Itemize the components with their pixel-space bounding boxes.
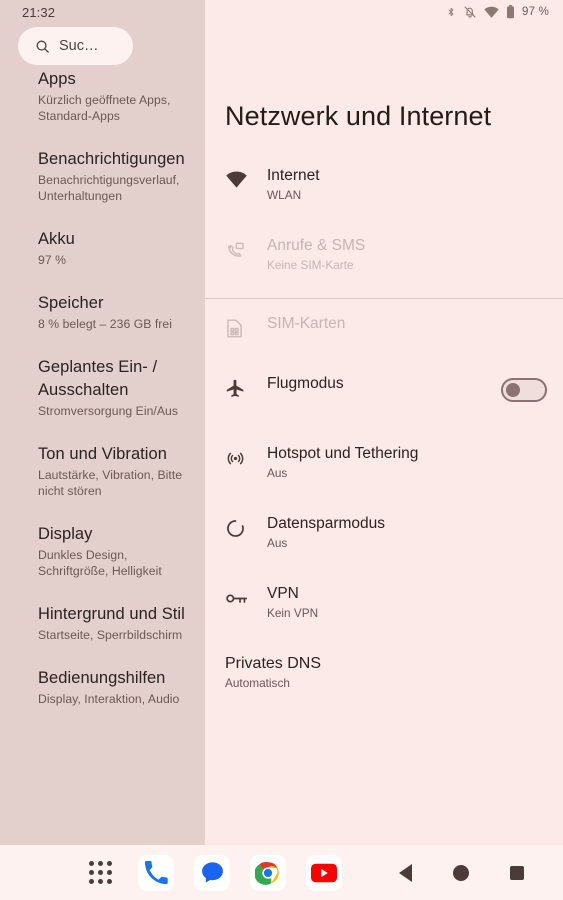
settings-row-subtitle: Kein VPN (267, 606, 319, 620)
sidebar-item-subtitle: Dunkles Design, Schriftgröße, Helligkeit (38, 548, 162, 578)
content-area: 21:32 Suc… Apps Kürzlich geöffnete Apps,… (0, 0, 563, 845)
settings-sidebar: 21:32 Suc… Apps Kürzlich geöffnete Apps,… (0, 0, 205, 845)
settings-row-title: Hotspot und Tethering (267, 445, 419, 462)
ringer-muted-icon (463, 5, 477, 19)
page-title: Netzwerk und Internet (225, 101, 492, 131)
settings-row-title: Privates DNS (225, 655, 322, 672)
search-icon (35, 39, 50, 54)
all-apps-icon[interactable] (82, 855, 118, 891)
settings-rows: Internet WLAN Anrufe & SMS Keine SIM-Kar… (205, 165, 563, 699)
section-divider (205, 298, 563, 299)
airplane-icon (225, 373, 267, 403)
status-bar-right: 97 % (205, 0, 563, 24)
settings-row-sim-cards: SIM-Karten (205, 313, 563, 359)
messages-icon[interactable] (194, 854, 230, 891)
sidebar-item-storage[interactable]: Speicher 8 % belegt – 236 GB frei (38, 292, 193, 332)
hotspot-icon (225, 443, 267, 473)
settings-row-text: Privates DNS Automatisch (225, 653, 545, 691)
settings-row-text: Datensparmodus Aus (267, 513, 545, 551)
settings-row-text: Hotspot und Tethering Aus (267, 443, 545, 481)
vpn-key-icon (225, 583, 267, 613)
sidebar-item-title: Display (38, 525, 93, 543)
settings-row-calls-sms: Anrufe & SMS Keine SIM-Karte (205, 235, 563, 281)
search-input-text: Suc… (59, 38, 99, 54)
sidebar-item-title: Bedienungshilfen (38, 669, 166, 687)
settings-row-title: Internet (267, 167, 320, 184)
sidebar-item-subtitle: Kürzlich geöffnete Apps, Standard-Apps (38, 93, 171, 123)
taskbar (0, 845, 563, 900)
settings-row-title: VPN (267, 585, 299, 602)
sidebar-item-title: Apps (38, 70, 76, 88)
sidebar-item-subtitle: Stromversorgung Ein/Aus (38, 404, 179, 418)
search-input[interactable]: Suc… (18, 27, 133, 65)
settings-row-text: Anrufe & SMS Keine SIM-Karte (267, 235, 545, 273)
sidebar-item-apps[interactable]: Apps Kürzlich geöffnete Apps, Standard-A… (38, 68, 193, 124)
airplane-mode-toggle[interactable] (501, 378, 547, 402)
sidebar-item-sound-vibration[interactable]: Ton und Vibration Lautstärke, Vibration,… (38, 443, 193, 499)
settings-row-text: Internet WLAN (267, 165, 545, 203)
sidebar-item-subtitle: Display, Interaktion, Audio (38, 692, 180, 706)
sidebar-item-display[interactable]: Display Dunkles Design, Schriftgröße, He… (38, 523, 193, 579)
sidebar-item-notifications[interactable]: Benachrichtigungen Benachrichtigungsverl… (38, 148, 193, 204)
settings-row-internet[interactable]: Internet WLAN (205, 165, 563, 211)
recents-button[interactable] (500, 856, 534, 890)
settings-row-subtitle: Automatisch (225, 676, 290, 690)
sidebar-item-accessibility[interactable]: Bedienungshilfen Display, Interaktion, A… (38, 667, 193, 707)
battery-percentage: 97 % (521, 6, 549, 18)
settings-detail-panel: 97 % Netzwerk und Internet Internet WLAN (205, 0, 563, 845)
sidebar-item-title: Akku (38, 230, 75, 248)
sidebar-item-title: Geplantes Ein- / Ausschalten (38, 358, 158, 399)
settings-row-subtitle: Aus (267, 466, 288, 480)
status-bar-left: 21:32 (0, 0, 205, 24)
sidebar-item-subtitle: Startseite, Sperrbildschirm (38, 628, 183, 642)
battery-icon (506, 5, 515, 19)
settings-row-private-dns[interactable]: Privates DNS Automatisch (205, 653, 563, 699)
sidebar-item-list[interactable]: Apps Kürzlich geöffnete Apps, Standard-A… (0, 68, 205, 845)
toggle-knob (506, 383, 520, 397)
sidebar-item-subtitle: Lautstärke, Vibration, Bitte nicht störe… (38, 468, 183, 498)
sidebar-item-title: Benachrichtigungen (38, 150, 185, 168)
home-button[interactable] (444, 856, 478, 890)
settings-row-title: SIM-Karten (267, 315, 346, 332)
settings-row-subtitle: WLAN (267, 188, 302, 202)
status-clock: 21:32 (22, 4, 56, 20)
sidebar-item-battery[interactable]: Akku 97 % (38, 228, 193, 268)
all-apps-grid (88, 861, 112, 884)
youtube-icon[interactable] (306, 854, 342, 891)
sidebar-item-scheduled-power[interactable]: Geplantes Ein- / Ausschalten Stromversor… (38, 356, 193, 419)
sidebar-item-title: Ton und Vibration (38, 445, 167, 463)
settings-row-title: Anrufe & SMS (267, 237, 366, 254)
sidebar-item-subtitle: 97 % (38, 253, 66, 267)
settings-row-vpn[interactable]: VPN Kein VPN (205, 583, 563, 629)
settings-row-text: SIM-Karten (267, 313, 545, 334)
settings-row-subtitle: Aus (267, 536, 288, 550)
calls-sms-icon (225, 235, 267, 265)
settings-row-airplane-mode[interactable]: Flugmodus (205, 373, 563, 419)
sidebar-item-subtitle: Benachrichtigungsverlauf, Unterhaltungen (38, 173, 180, 203)
sim-card-icon (225, 313, 267, 343)
settings-row-hotspot-tethering[interactable]: Hotspot und Tethering Aus (205, 443, 563, 489)
wifi-icon (225, 165, 267, 195)
taskbar-apps (82, 854, 534, 891)
data-saver-icon (225, 513, 267, 543)
settings-row-data-saver[interactable]: Datensparmodus Aus (205, 513, 563, 559)
settings-row-text: VPN Kein VPN (267, 583, 545, 621)
sidebar-item-subtitle: 8 % belegt – 236 GB frei (38, 317, 172, 331)
sidebar-item-title: Speicher (38, 294, 104, 312)
back-button[interactable] (388, 856, 422, 890)
wifi-icon (484, 6, 499, 19)
bluetooth-icon (446, 5, 456, 19)
sidebar-item-wallpaper-style[interactable]: Hintergrund und Stil Startseite, Sperrbi… (38, 603, 193, 643)
chrome-icon[interactable] (250, 854, 286, 891)
settings-row-subtitle: Keine SIM-Karte (267, 258, 354, 272)
phone-icon[interactable] (138, 854, 174, 891)
settings-row-title: Datensparmodus (267, 515, 386, 532)
navigation-buttons (388, 856, 534, 890)
android-settings-screen: 21:32 Suc… Apps Kürzlich geöffnete Apps,… (0, 0, 563, 900)
sidebar-item-title: Hintergrund und Stil (38, 605, 185, 623)
